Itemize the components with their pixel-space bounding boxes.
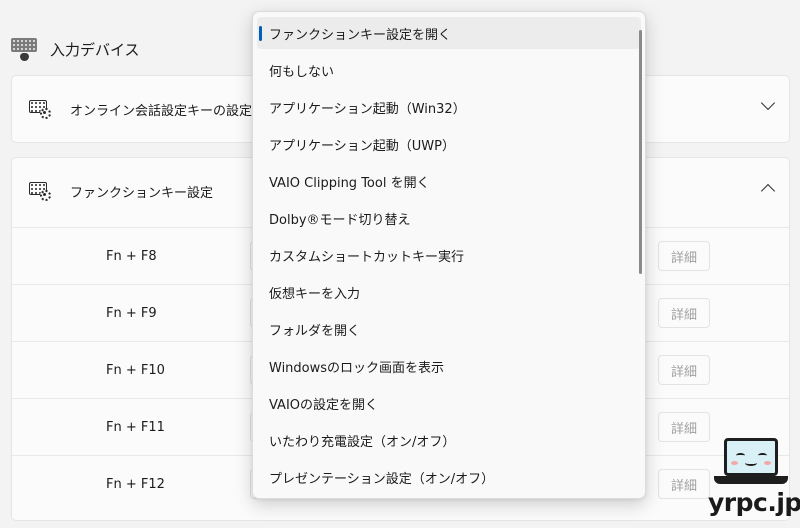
dropdown-scrollbar[interactable] — [639, 30, 642, 274]
watermark-logo: yrpc.jp — [706, 434, 800, 524]
watermark-text: yrpc.jp — [708, 488, 800, 517]
dropdown-option[interactable]: プレゼンテーション設定（オン/オフ） — [257, 461, 641, 493]
function-key-label: ファンクションキー設定 — [70, 185, 214, 201]
dropdown-option[interactable]: 仮想キーを入力 — [257, 276, 641, 308]
fn-key-name: Fn + F12 — [106, 477, 165, 492]
dropdown-option[interactable]: フォルダを開く — [257, 313, 641, 345]
detail-button[interactable]: 詳細 — [658, 241, 710, 271]
dropdown-option[interactable]: VAIO Clipping Tool を開く — [257, 165, 641, 197]
detail-button[interactable]: 詳細 — [658, 469, 710, 499]
fn-key-name: Fn + F8 — [106, 249, 157, 264]
action-dropdown-list: ファンクションキー設定を開く 何もしない アプリケーション起動（Win32） ア… — [252, 11, 646, 499]
dropdown-option[interactable]: カスタムショートカットキー実行 — [257, 239, 641, 271]
detail-button[interactable]: 詳細 — [658, 298, 710, 328]
detail-button[interactable]: 詳細 — [658, 355, 710, 385]
section-header: 入力デバイス — [10, 36, 140, 62]
dropdown-option[interactable]: いたわり充電設定（オン/オフ） — [257, 424, 641, 456]
keyboard-gear-icon — [28, 98, 52, 120]
dropdown-option[interactable]: アプリケーション起動（UWP） — [257, 128, 641, 160]
section-title: 入力デバイス — [50, 40, 140, 59]
fn-key-name: Fn + F11 — [106, 420, 165, 435]
fn-key-name: Fn + F10 — [106, 363, 165, 378]
online-meeting-key-label: オンライン会話設定キーの設定 — [70, 103, 253, 119]
laptop-mascot-icon — [724, 438, 778, 476]
detail-button[interactable]: 詳細 — [658, 412, 710, 442]
dropdown-option[interactable]: Dolby®モード切り替え — [257, 202, 641, 234]
dropdown-option[interactable]: ファンクションキー設定を開く — [257, 17, 641, 49]
dropdown-option[interactable]: 何もしない — [257, 54, 641, 86]
fn-key-name: Fn + F9 — [106, 306, 157, 321]
dropdown-option[interactable]: Windowsのロック画面を表示 — [257, 350, 641, 382]
keyboard-mouse-icon — [10, 36, 38, 62]
dropdown-option[interactable]: アプリケーション起動（Win32） — [257, 91, 641, 123]
dropdown-option[interactable]: VAIOの設定を開く — [257, 387, 641, 419]
keyboard-gear-icon — [28, 180, 52, 202]
